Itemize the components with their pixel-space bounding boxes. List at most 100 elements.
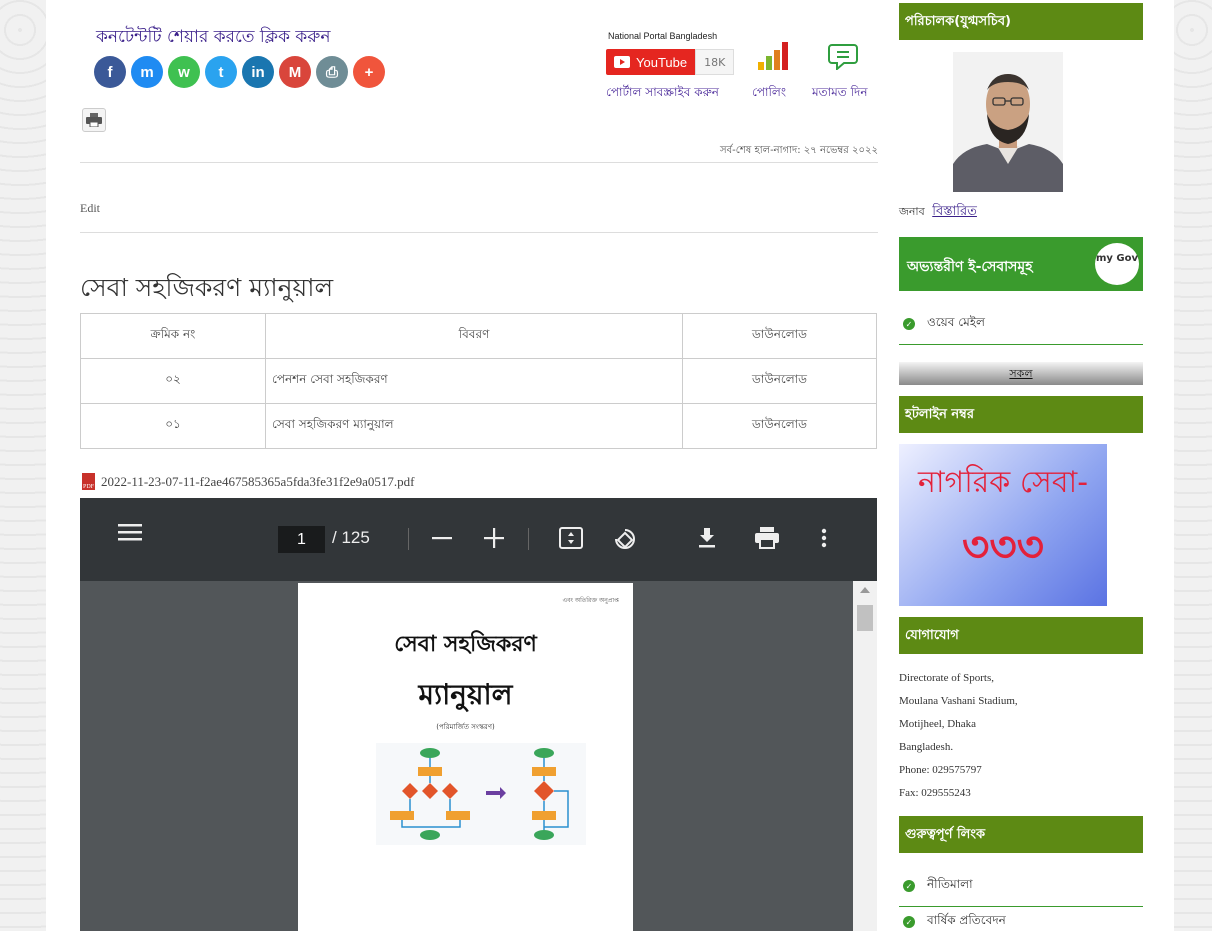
printer-icon [86,113,102,127]
youtube-button[interactable]: YouTube [606,49,696,75]
row-serial: ০২ [80,358,266,404]
youtube-count: 18K [695,49,735,75]
scroll-thumb[interactable] [857,605,873,631]
check-icon: ✓ [903,916,915,928]
toolbar-separator [408,528,409,550]
total-pages: / 125 [332,528,370,547]
background-pattern-left [0,0,46,931]
divider [899,906,1143,907]
poll-link[interactable]: পোলিং [752,84,786,104]
divider [899,344,1143,345]
contact-phone: Phone: 029575797 [899,764,982,776]
page-title: সেবা সহজিকরণ ম্যানুয়াল [80,273,334,302]
zoom-out-icon[interactable] [432,528,452,554]
background-pattern-right [1172,0,1212,931]
row-download-link[interactable]: ডাউনলোড [682,358,877,404]
gmail-icon[interactable]: M [279,56,311,88]
eservice-heading-text: অভ্যন্তরীণ ই-সেবাসমূহ [907,259,1033,275]
policy-link[interactable]: নীতিমালা [927,876,973,896]
director-heading: পরিচালক(যুগ্মসচিব) [899,3,1143,40]
hotline-heading: হটলাইন নম্বর [899,396,1143,433]
scroll-up-arrow-icon[interactable] [860,587,870,593]
rotate-icon[interactable] [612,526,638,558]
check-icon: ✓ [903,318,915,330]
name-prefix: জনাব [899,205,925,218]
contact-heading: যোগাযোগ [899,617,1143,654]
contact-line: Motijheel, Dhaka [899,718,976,730]
all-link[interactable]: সকল [899,362,1143,385]
edit-link[interactable]: Edit [80,201,100,216]
links-heading: গুরুত্বপূর্ণ লিংক [899,816,1143,853]
table-row: ০১ সেবা সহজিকরণ ম্যানুয়াল ডাউনলোড [80,403,877,449]
linkedin-icon[interactable]: in [242,56,274,88]
contact-line: Bangladesh. [899,741,954,753]
page-content: কনটেন্টটি শেয়ার করতে ক্লিক করুন f m w t in M… [46,0,1174,931]
last-updated: সর্ব-শেষ হাল-নাগাদ: ২৭ নভেম্বর ২০২২ [720,145,878,156]
row-description: সেবা সহজিকরণ ম্যানুয়াল [265,403,683,449]
facebook-icon[interactable]: f [94,56,126,88]
youtube-subscribe[interactable]: YouTube 18K [606,49,735,75]
contact-line: Moulana Vashani Stadium, [899,695,1018,707]
fit-page-icon[interactable] [558,526,584,556]
col-description-header: বিবরণ [265,313,683,359]
more-options-icon[interactable] [820,526,828,556]
check-icon: ✓ [903,880,915,892]
zoom-in-icon[interactable] [484,528,504,554]
pdf-page: এবং অতিরিক্ত অনুপ্রাপ্ত সেবা সহজিকরণ ম্য… [298,583,633,931]
webmail-link[interactable]: ওয়েব মেইল [927,314,985,334]
link-item-policy[interactable]: ✓ নীতিমালা [903,876,973,896]
twitter-icon[interactable]: t [205,56,237,88]
subscribe-link[interactable]: পোর্টাল সাবস্ক্রাইব করুন [606,84,719,104]
contact-line: Directorate of Sports, [899,672,994,684]
pdf-file-link[interactable]: PDF 2022-11-23-07-11-f2ae467585365a5fda3… [82,473,414,490]
download-table: ক্রমিক নং বিবরণ ডাউনলোড ০২ পেনশন সেবা সহ… [80,313,877,449]
hotline-text: নাগরিক সেবা- [917,465,1089,500]
row-download-link[interactable]: ডাউনলোড [682,403,877,449]
youtube-label: YouTube [636,54,688,70]
table-row: ০২ পেনশন সেবা সহজিকরণ ডাউনলোড [80,358,877,404]
pdf-viewer[interactable]: 1 / 125 এবং অতিরিক্ত অনুপ্রাপ্ত সেবা সহজ… [80,498,877,931]
divider [80,162,878,163]
menu-icon[interactable] [118,522,142,548]
pdf-scrollbar[interactable] [853,581,877,931]
print-icon[interactable] [754,526,780,556]
table-header-row: ক্রমিক নং বিবরণ ডাউনলোড [80,313,877,359]
link-item-annual-report[interactable]: ✓ বার্ষিক প্রতিবেদন [903,912,1006,931]
webmail-item[interactable]: ✓ ওয়েব মেইল [903,314,985,334]
youtube-play-icon [614,56,630,68]
director-name-line: জনাব বিস্তারিত [899,202,977,223]
feedback-icon[interactable] [828,42,858,74]
messenger-icon[interactable]: m [131,56,163,88]
hotline-banner[interactable]: নাগরিক সেবা- ৩৩৩ [899,444,1107,606]
flowchart-illustration [376,743,586,845]
director-photo [953,52,1063,192]
page-number-input[interactable]: 1 [278,526,325,553]
eservice-heading: অভ্যন্তরীণ ই-সেবাসমূহ my Gov [899,237,1143,291]
row-serial: ০১ [80,403,266,449]
pdf-toolbar: 1 / 125 [80,498,877,581]
more-share-icon[interactable]: + [353,56,385,88]
pdf-filename[interactable]: 2022-11-23-07-11-f2ae467585365a5fda3fe31… [101,474,414,490]
doc-subtitle: (পরিমার্জিত সংস্করণ) [436,723,495,731]
hotline-number: ৩৩৩ [962,522,1044,571]
doc-header-text: এবং অতিরিক্ত অনুপ্রাপ্ত [562,597,620,604]
feedback-link[interactable]: মতামত দিন [812,84,868,104]
divider [80,232,878,233]
print-icon[interactable]: ⎙ [316,56,348,88]
details-link[interactable]: বিস্তারিত [932,204,977,219]
whatsapp-icon[interactable]: w [168,56,200,88]
col-download-header: ডাউনলোড [682,313,877,359]
row-description: পেনশন সেবা সহজিকরণ [265,358,683,404]
annual-report-link[interactable]: বার্ষিক প্রতিবেদন [927,912,1006,931]
share-icons: f m w t in M ⎙ + [94,56,385,88]
share-title: কনটেন্টটি শেয়ার করতে ক্লিক করুন [96,27,331,47]
contact-fax: Fax: 029555243 [899,787,971,799]
doc-title-2: ম্যানুয়াল [418,678,513,711]
mygov-logo[interactable]: my Gov [1095,243,1139,285]
poll-icon[interactable] [758,42,790,76]
national-portal-label: National Portal Bangladesh [608,31,718,41]
download-icon[interactable] [696,526,718,556]
toolbar-separator [528,528,529,550]
contact-info: Directorate of Sports, Moulana Vashani S… [899,667,1018,805]
print-button[interactable] [82,108,106,132]
